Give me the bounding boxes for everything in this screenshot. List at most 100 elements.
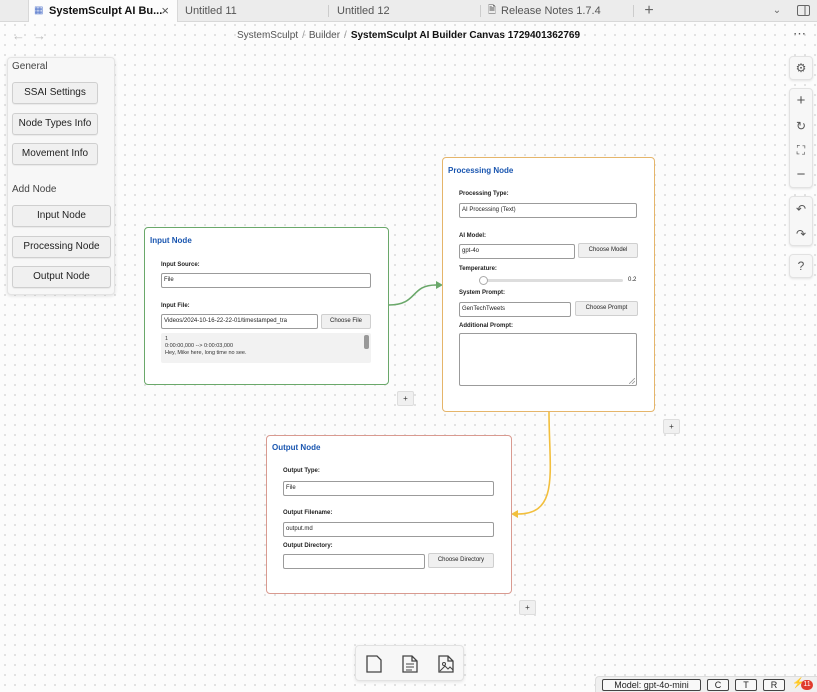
preview-line: 1	[165, 336, 169, 342]
output-directory-field[interactable]	[283, 554, 425, 569]
input-source-label: Input Source:	[161, 262, 200, 268]
tab-untitled-11[interactable]: Untitled 11	[185, 0, 325, 22]
output-type-field[interactable]: File	[283, 481, 494, 496]
additional-prompt-label: Additional Prompt:	[459, 323, 513, 329]
output-directory-label: Output Directory:	[283, 543, 333, 549]
plus-icon[interactable]: +	[640, 0, 658, 22]
node-title: Output Node	[272, 443, 321, 452]
node-title: Input Node	[150, 236, 192, 245]
breadcrumb-builder[interactable]: Builder	[309, 30, 340, 41]
input-node[interactable]: Input Node Input Source: File Input File…	[144, 227, 389, 385]
ai-model-field[interactable]: gpt-4o	[459, 244, 575, 259]
status-r-button[interactable]: R	[763, 679, 785, 691]
zoom-toolbar: + ↻ ⛶ −	[789, 88, 813, 188]
system-prompt-field[interactable]: GenTechTweets	[459, 302, 571, 317]
new-note-icon[interactable]	[363, 653, 385, 675]
tab-ai-builder[interactable]: ▦ SystemSculpt AI Bu... ×	[28, 0, 178, 22]
breadcrumb-separator: /	[344, 30, 347, 41]
choose-file-button[interactable]: Choose File	[321, 314, 371, 329]
output-type-label: Output Type:	[283, 468, 320, 474]
tab-label: Untitled 11	[185, 5, 237, 17]
preview-line: Hey, Mike here, long time no see.	[165, 350, 247, 356]
builder-panel: General SSAI Settings Node Types Info Mo…	[7, 57, 115, 295]
canvas-card-dock	[355, 645, 464, 681]
history-toolbar: ↶ ↷	[789, 196, 813, 246]
output-filename-field[interactable]: output.md	[283, 522, 494, 537]
model-indicator[interactable]: Model: gpt-4o-mini	[602, 679, 701, 691]
tab-untitled-12[interactable]: Untitled 12	[337, 0, 477, 22]
processing-type-field[interactable]: AI Processing (Text)	[459, 203, 637, 218]
chevron-down-icon[interactable]: ⌄	[770, 0, 784, 22]
output-node[interactable]: Output Node Output Type: File Output Fil…	[266, 435, 512, 594]
tab-label: Release Notes 1.7.4	[501, 5, 601, 17]
processing-node-add-handle[interactable]: +	[663, 419, 680, 434]
file-preview: 1 0:00:00,000 --> 0:00:03,000 Hey, Mike …	[161, 333, 371, 363]
tab-bar: ▦ SystemSculpt AI Bu... × Untitled 11 Un…	[0, 0, 817, 22]
undo-icon[interactable]: ↶	[790, 198, 812, 220]
fit-icon[interactable]: ⛶	[790, 139, 812, 161]
temperature-label: Temperature:	[459, 266, 497, 272]
add-output-node-button[interactable]: Output Node	[12, 266, 111, 288]
tab-label: SystemSculpt AI Bu...	[49, 5, 163, 17]
tab-divider	[328, 5, 329, 17]
notification-badge[interactable]: 11	[801, 680, 813, 690]
tab-divider	[480, 5, 481, 17]
close-icon[interactable]: ×	[161, 0, 169, 22]
add-node-heading: Add Node	[12, 184, 57, 195]
edge-arrow	[511, 510, 518, 518]
file-icon: 🗎	[488, 5, 497, 16]
node-title: Processing Node	[448, 166, 514, 175]
status-bar: Model: gpt-4o-mini C T R ⚡ 11	[595, 676, 817, 692]
preview-line: 0:00:00,000 --> 0:00:03,000	[165, 343, 234, 349]
processing-type-label: Processing Type:	[459, 191, 509, 197]
canvas-icon: ▦	[34, 5, 44, 16]
new-media-icon[interactable]	[435, 653, 457, 675]
input-file-field[interactable]: Videos/2024-10-16-22-22-01/timestamped_t…	[161, 314, 318, 329]
help-icon[interactable]: ?	[790, 255, 812, 277]
breadcrumb-separator: /	[302, 30, 305, 41]
breadcrumb: SystemSculpt / Builder / SystemSculpt AI Bui…	[0, 30, 817, 41]
output-filename-label: Output Filename:	[283, 510, 333, 516]
output-node-add-handle[interactable]: +	[519, 600, 536, 615]
input-source-field[interactable]: File	[161, 273, 371, 288]
add-processing-node-button[interactable]: Processing Node	[12, 236, 111, 258]
general-heading: General	[12, 61, 48, 72]
status-t-button[interactable]: T	[735, 679, 757, 691]
sidebar-toggle-icon[interactable]	[795, 0, 811, 22]
zoom-in-icon[interactable]: +	[790, 90, 812, 112]
reset-icon[interactable]: ↻	[790, 115, 812, 137]
redo-icon[interactable]: ↷	[790, 223, 812, 245]
node-types-info-button[interactable]: Node Types Info	[12, 113, 98, 135]
temperature-value: 0.2	[628, 277, 637, 283]
input-file-label: Input File:	[161, 303, 190, 309]
tab-release-notes[interactable]: 🗎 Release Notes 1.7.4	[488, 0, 628, 22]
choose-model-button[interactable]: Choose Model	[578, 243, 638, 258]
nav-bar: ← → SystemSculpt / Builder / SystemSculpt AI…	[0, 23, 817, 49]
edge-processing-to-output	[517, 411, 552, 515]
processing-node[interactable]: Processing Node Processing Type: AI Proc…	[442, 157, 655, 412]
ssai-settings-button[interactable]: SSAI Settings	[12, 82, 98, 104]
resize-handle-icon[interactable]	[629, 378, 635, 384]
add-input-node-button[interactable]: Input Node	[12, 205, 111, 227]
choose-directory-button[interactable]: Choose Directory	[428, 553, 494, 568]
help-toolbar: ?	[789, 254, 813, 278]
preview-scrollbar[interactable]	[364, 335, 369, 349]
breadcrumb-systemsculpt[interactable]: SystemSculpt	[237, 30, 298, 41]
edge-input-to-processing	[388, 284, 437, 306]
movement-info-button[interactable]: Movement Info	[12, 143, 98, 165]
tab-divider	[633, 5, 634, 17]
new-doc-icon[interactable]	[399, 653, 421, 675]
additional-prompt-textarea[interactable]	[459, 333, 637, 386]
temperature-slider-thumb[interactable]	[479, 276, 488, 285]
status-c-button[interactable]: C	[707, 679, 729, 691]
page-title: SystemSculpt AI Builder Canvas 172940136…	[350, 30, 581, 41]
system-prompt-label: System Prompt:	[459, 290, 506, 296]
more-icon[interactable]: ⋯	[793, 26, 807, 42]
zoom-out-icon[interactable]: −	[790, 164, 812, 186]
temperature-slider[interactable]	[479, 279, 623, 282]
input-node-add-handle[interactable]: +	[397, 391, 414, 406]
canvas-settings-toolbar: ⚙	[789, 56, 813, 80]
tab-label: Untitled 12	[337, 5, 390, 17]
choose-prompt-button[interactable]: Choose Prompt	[575, 301, 638, 316]
settings-icon[interactable]: ⚙	[790, 57, 812, 79]
